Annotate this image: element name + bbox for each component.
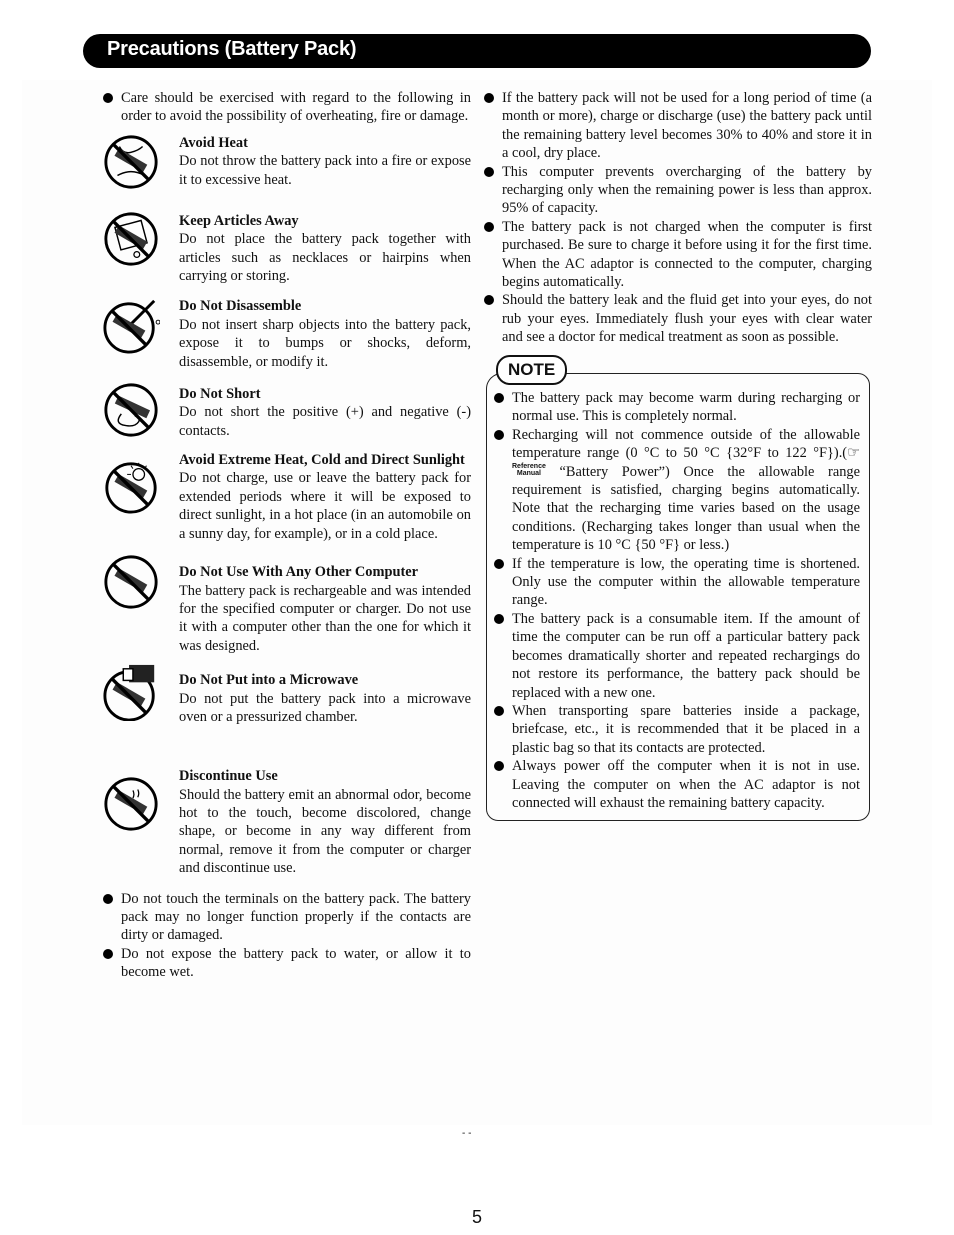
bullet-icon (484, 93, 494, 103)
page-number: 5 (471, 1207, 482, 1227)
bullet-icon (494, 393, 504, 403)
no-other-computer-icon (104, 555, 158, 609)
right-column: If the battery pack will not be used for… (484, 89, 872, 347)
bullet-icon (494, 761, 504, 772)
stray-mark: - - (462, 1128, 472, 1139)
bullet-icon (103, 948, 113, 959)
bullet-item: Should the battery leak and the fluid ge… (484, 291, 872, 346)
bullet-item: This computer prevents overcharging of t… (484, 163, 872, 218)
no-sunlight-icon (105, 462, 157, 514)
note-item: Recharging will not commence outside of … (494, 426, 860, 555)
bullet-icon (484, 295, 494, 306)
bullet-icon (484, 221, 494, 232)
no-disassemble-icon (103, 300, 160, 354)
warning-title: Avoid Heat (179, 134, 248, 151)
bullet-icon (103, 893, 113, 904)
warning-avoid-extreme-heat-cold-sunlight: Avoid Extreme Heat, Cold and Direct Sunl… (100, 451, 471, 543)
warning-body: Do not place the battery pack together w… (179, 231, 471, 285)
no-fire-icon (104, 135, 158, 189)
bullet-icon (494, 429, 504, 440)
warning-title: Keep Articles Away (179, 212, 299, 229)
warning-title: Avoid Extreme Heat, Cold and Direct Sunl… (179, 452, 465, 469)
warning-body: The battery pack is rechargeable and was… (179, 582, 471, 654)
warning-do-not-microwave: Do Not Put into a Microwave Do not put t… (100, 665, 471, 731)
note-item: When transporting spare batteries inside… (494, 702, 860, 757)
intro-bullet: Care should be exercised with regard to … (103, 89, 471, 126)
warning-keep-articles-away: Keep Articles Away Do not place the batt… (100, 212, 471, 286)
warning-title: Do Not Put into a Microwave (179, 672, 359, 689)
bullet-item: The battery pack is not charged when the… (484, 218, 872, 292)
warning-do-not-disassemble: Do Not Disassemble Do not insert sharp o… (100, 297, 471, 371)
bullet-icon (494, 705, 504, 716)
warning-body: Do not throw the battery pack into a fir… (179, 153, 471, 188)
warning-discontinue-use: Discontinue Use Should the battery emit … (100, 767, 471, 877)
warning-title: Do Not Disassemble (179, 298, 302, 315)
bullet-item: Do not touch the terminals on the batter… (103, 890, 471, 945)
note-item: The battery pack is a consumable item. I… (494, 610, 860, 702)
warning-title: Do Not Use With Any Other Computer (179, 564, 419, 581)
bullet-icon (494, 613, 504, 624)
discontinue-use-icon (104, 777, 158, 831)
page-title: Precautions (Battery Pack) (107, 38, 357, 60)
warning-body: Do not charge, use or leave the battery … (179, 470, 471, 542)
warning-body: Do not insert sharp objects into the bat… (179, 316, 471, 370)
warning-avoid-heat: Avoid Heat Do not throw the battery pack… (100, 134, 471, 194)
no-microwave-icon (103, 665, 155, 722)
bullet-icon (484, 166, 494, 177)
bullet-item: If the battery pack will not be used for… (484, 89, 872, 163)
left-column: Care should be exercised with regard to … (103, 89, 471, 982)
no-metal-articles-icon (104, 212, 158, 266)
reference-manual-link[interactable]: Reference Manual (512, 463, 546, 477)
note-item: The battery pack may become warm during … (494, 389, 860, 426)
bullet-icon (103, 93, 113, 103)
no-short-circuit-icon (104, 383, 158, 437)
note-item: Always power off the computer when it is… (494, 757, 860, 812)
bullet-item: Do not expose the battery pack to water,… (103, 945, 471, 982)
warning-title: Do Not Short (179, 386, 261, 403)
warning-do-not-short: Do Not Short Do not short the positive (… (100, 383, 471, 445)
bullet-icon (494, 558, 504, 569)
note-content: The battery pack may become warm during … (494, 389, 860, 812)
warning-do-not-use-other-computer: Do Not Use With Any Other Computer The b… (100, 555, 471, 655)
pointing-hand-icon: ☞ (847, 445, 860, 462)
warning-body: Do not put the battery pack into a micro… (179, 690, 471, 725)
warning-body: Do not short the positive (+) and negati… (179, 404, 471, 439)
warning-title: Discontinue Use (179, 768, 278, 785)
note-item: If the temperature is low, the operating… (494, 555, 860, 610)
warning-body: Should the battery emit an abnormal odor… (179, 786, 471, 877)
section-title-bar: Precautions (Battery Pack) (83, 34, 871, 68)
note-label: NOTE (496, 355, 568, 385)
